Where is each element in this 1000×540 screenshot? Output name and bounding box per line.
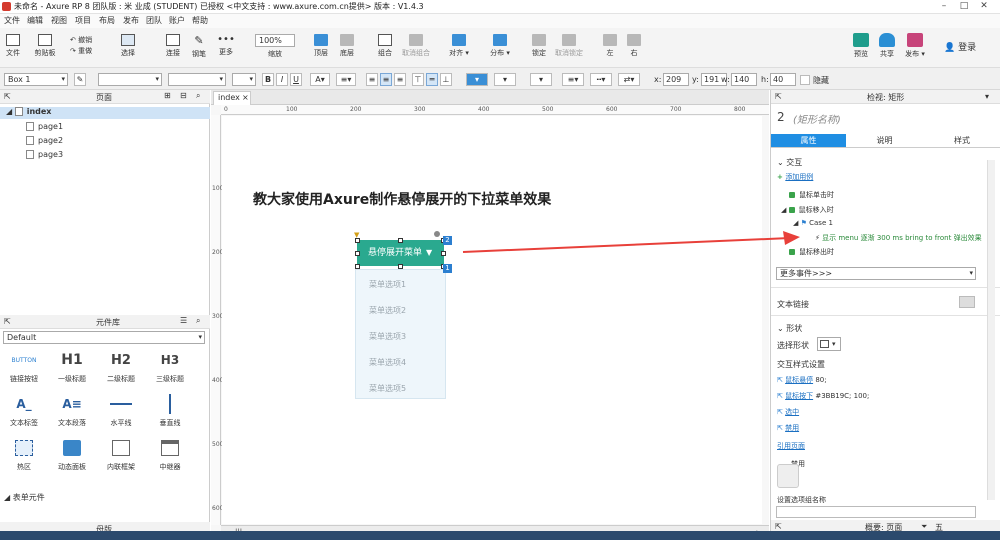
annotation-arrow <box>462 231 800 253</box>
os-taskbar <box>0 531 1000 540</box>
